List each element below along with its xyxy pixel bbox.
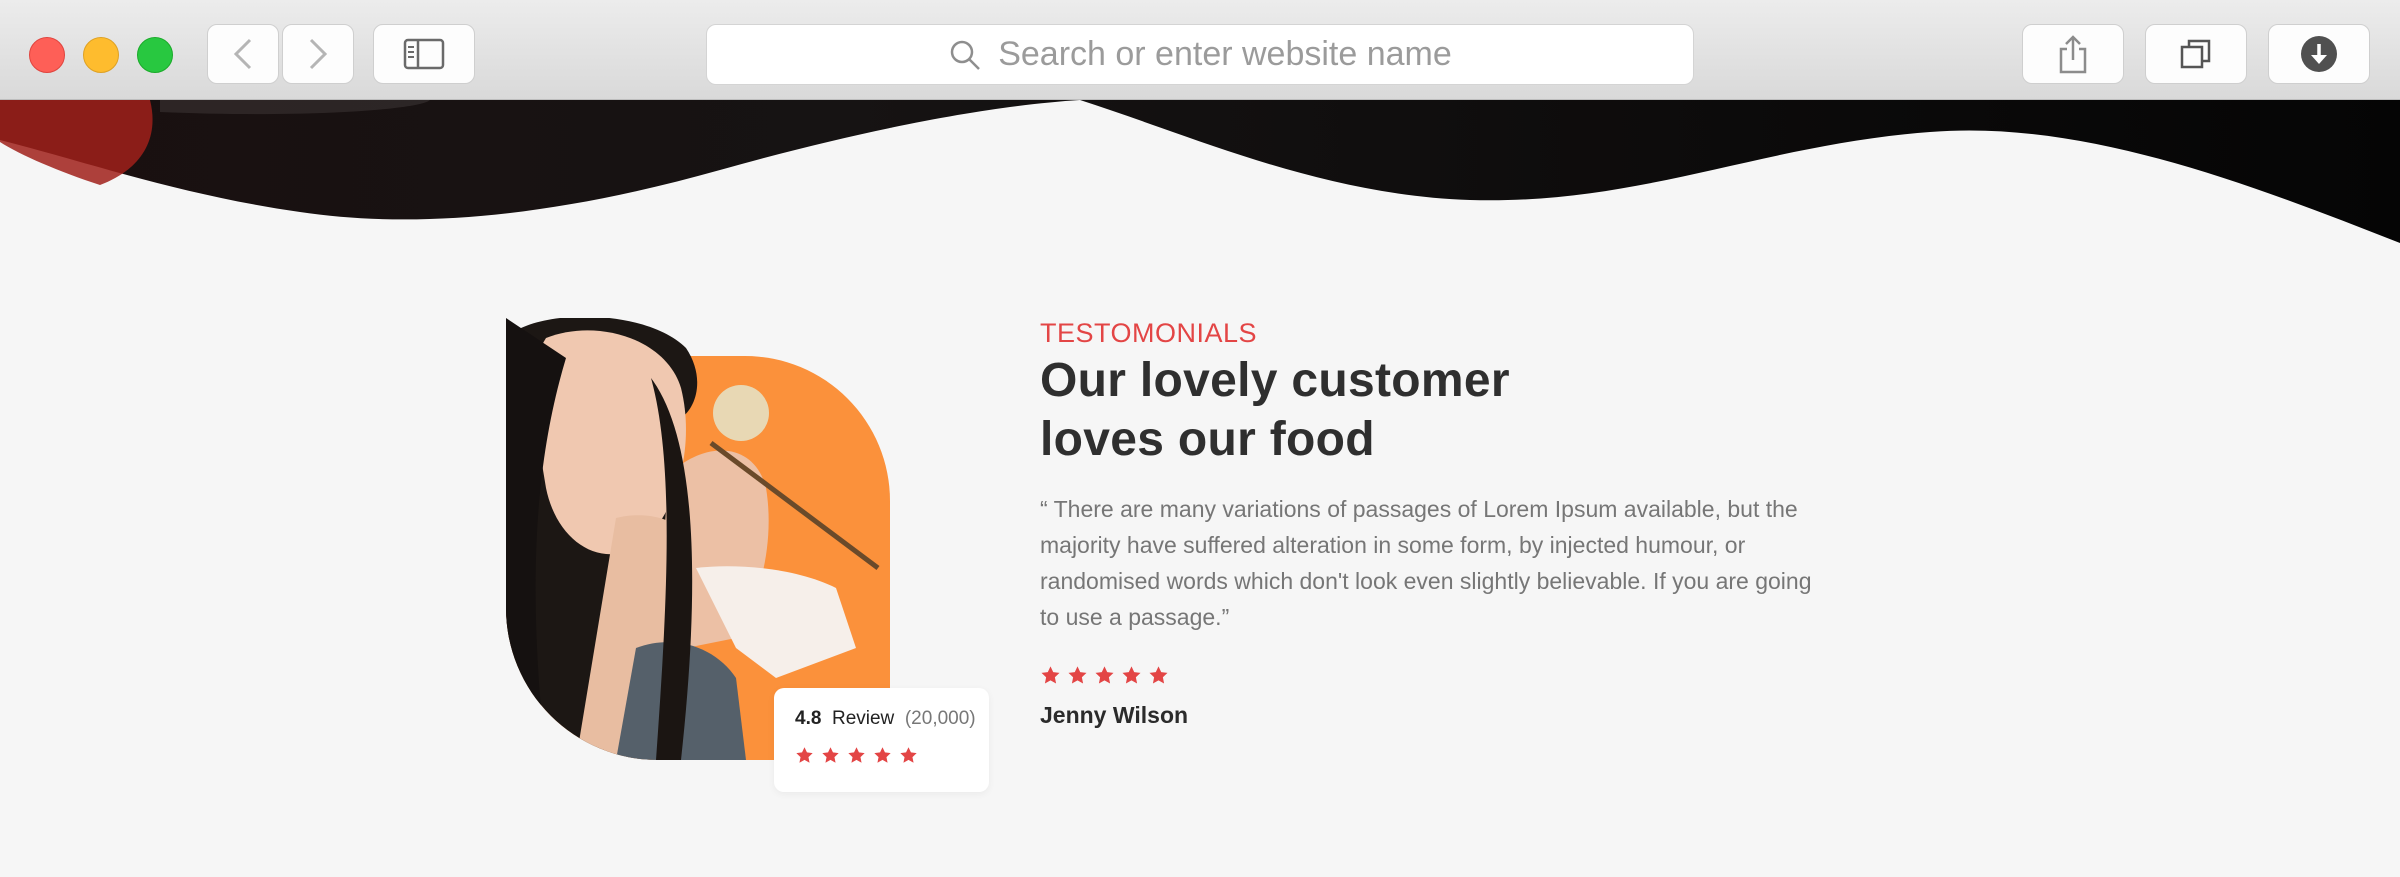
tabs-button[interactable] [2145,24,2247,84]
review-count: (20,000) [904,708,976,729]
share-icon [2059,35,2087,74]
testimonial-rating [1040,665,1169,686]
star-icon [848,747,865,763]
review-card: 4.8 Review (20,000) [774,688,989,792]
heading-line-1: Our lovely customer [1040,354,1510,407]
heading-line-2: loves our food [1040,413,1375,466]
review-label: Review [831,708,895,729]
address-bar[interactable]: Search or enter website name [706,24,1694,85]
testimonial-quote: “ There are many variations of passages … [1040,496,1812,630]
download-button[interactable] [2268,24,2370,84]
star-icon [900,747,917,763]
star-icon [1041,666,1060,684]
star-icon [796,747,813,763]
section-eyebrow: TESTOMONIALS [1040,318,1258,348]
testimonial-author: Jenny Wilson [1040,702,1189,728]
star-icon [822,747,839,763]
browser-toolbar: Search or enter website name [0,0,2400,100]
review-score: 4.8 [795,708,822,729]
back-chevron-icon [233,38,252,70]
star-icon [874,747,891,763]
back-button[interactable] [207,24,279,84]
star-icon [1095,666,1114,684]
review-card-stars [795,746,918,765]
star-icon [1149,666,1168,684]
share-button[interactable] [2022,24,2124,84]
search-icon [950,40,981,70]
tabs-icon [2180,39,2211,69]
star-icon [1122,666,1141,684]
star-icon [1068,666,1087,684]
sidebar-icon [403,38,445,70]
section-heading: Our lovely customer loves our food [1040,351,1510,469]
hero-wave-image [0,100,2400,243]
forward-button[interactable] [282,24,354,84]
zoom-window-button[interactable] [137,37,173,73]
forward-chevron-icon [309,38,328,70]
sidebar-button[interactable] [373,24,475,84]
close-window-button[interactable] [29,37,65,73]
download-icon [2301,36,2337,72]
minimize-window-button[interactable] [83,37,119,73]
address-placeholder: Search or enter website name [998,35,1452,73]
